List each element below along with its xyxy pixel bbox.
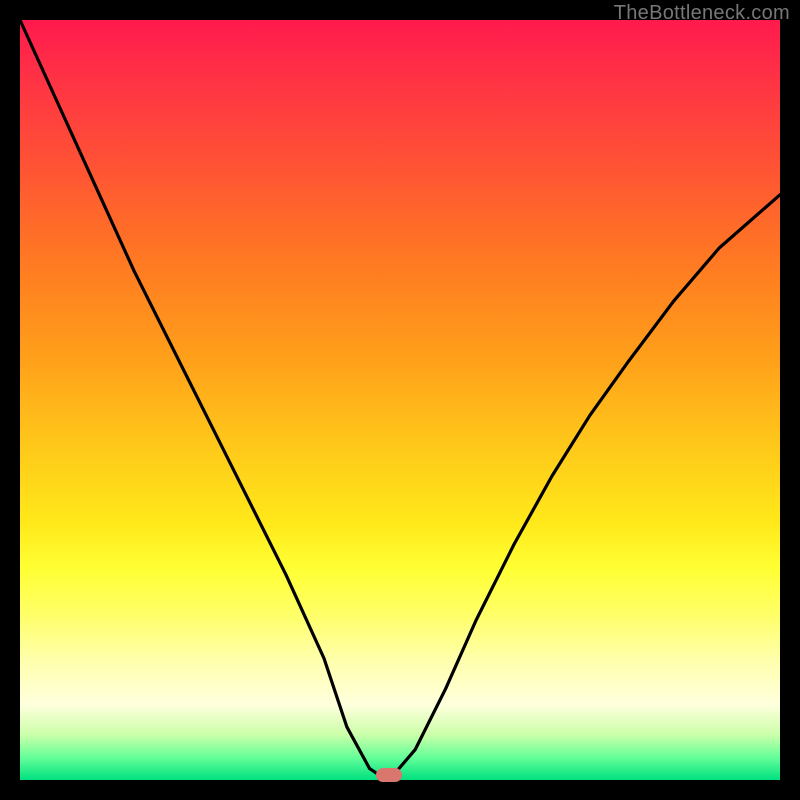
optimal-point-marker xyxy=(376,768,402,782)
bottleneck-curve xyxy=(20,20,780,780)
watermark-text: TheBottleneck.com xyxy=(614,2,790,25)
chart-frame: TheBottleneck.com xyxy=(0,0,800,800)
